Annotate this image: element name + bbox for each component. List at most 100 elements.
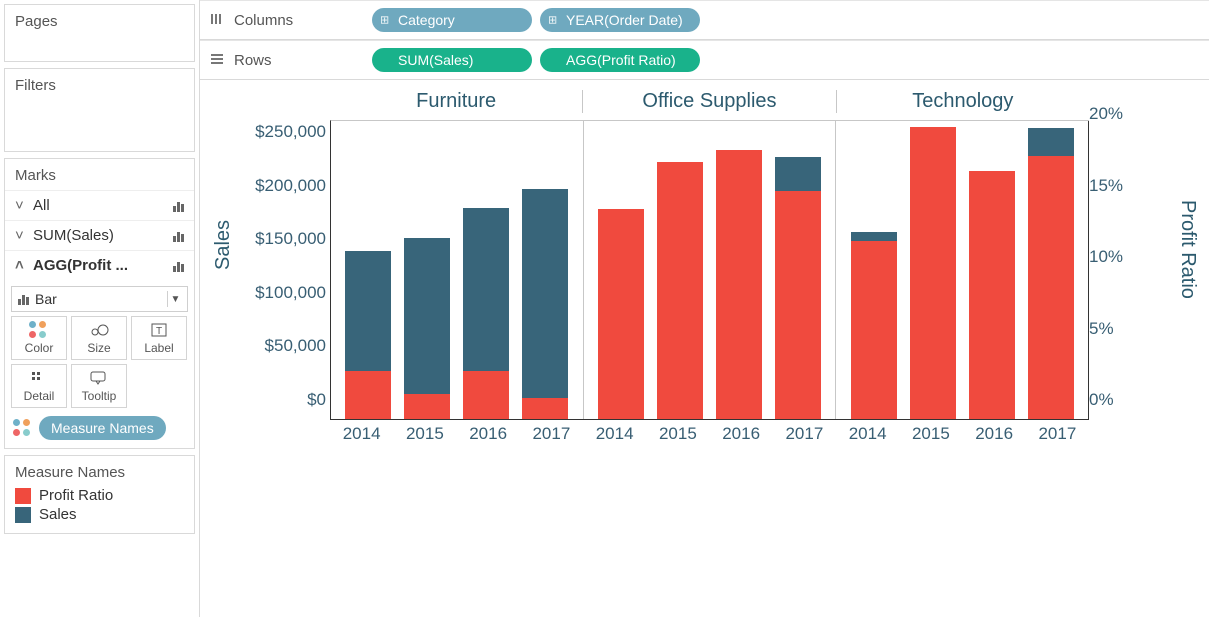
legend-item-label: Sales [39, 506, 77, 523]
bar-segment-profit-ratio [775, 191, 821, 419]
x-tick-label: 2015 [393, 424, 456, 444]
x-tick-label: 2015 [899, 424, 962, 444]
chart-bar[interactable] [657, 162, 703, 419]
y-right-tick: 0% [1089, 390, 1114, 410]
rows-pill-sumsales-label: SUM(Sales) [398, 52, 473, 68]
marks-color-pill-row: Measure Names [11, 412, 188, 442]
bar-segment-profit-ratio [404, 394, 450, 419]
y-right-tick: 15% [1089, 176, 1123, 196]
y-left-tick: $50,000 [226, 336, 326, 356]
chart-bar[interactable] [969, 171, 1015, 419]
bar-segment-profit-ratio [345, 371, 391, 419]
mark-type-dropdown[interactable]: Bar ▼ [11, 286, 188, 312]
columns-icon [208, 13, 226, 28]
columns-pill-year[interactable]: ⊞ YEAR(Order Date) [540, 8, 700, 32]
category-headers: FurnitureOffice SuppliesTechnology [330, 90, 1089, 113]
x-panel: 2014201520162017 [330, 424, 583, 444]
rows-icon [208, 53, 226, 68]
y-left-tick: $250,000 [226, 122, 326, 142]
legend-title: Measure Names [15, 464, 184, 481]
tooltip-button-label: Tooltip [82, 389, 117, 403]
color-icon [29, 321, 49, 339]
rows-pill-sumsales[interactable]: SUM(Sales) [372, 48, 532, 72]
marks-row-sumsales[interactable]: ˅ SUM(Sales) [5, 220, 194, 250]
chart-bar[interactable] [345, 251, 391, 419]
chart-bar[interactable] [463, 208, 509, 419]
marks-card: Marks ˅ All ˅ SUM(Sales) ˄ AGG(Profit ..… [4, 158, 195, 449]
x-tick-label: 2017 [1026, 424, 1089, 444]
y-right-axis-title: Profit Ratio [1176, 200, 1199, 299]
plot-region [330, 120, 1089, 420]
bar-segment-profit-ratio [1028, 156, 1074, 419]
rows-pill-aggprofit[interactable]: AGG(Profit Ratio) [540, 48, 700, 72]
bars-icon [18, 293, 29, 305]
chevron-down-icon: ˅ [15, 227, 33, 244]
detail-button-label: Detail [24, 389, 55, 403]
y-right-tick: 20% [1089, 104, 1123, 124]
label-icon: T [151, 321, 167, 339]
x-tick-label: 2017 [773, 424, 836, 444]
bars-icon [173, 260, 184, 272]
color-button[interactable]: Color [11, 316, 67, 360]
marks-row-aggprofit[interactable]: ˄ AGG(Profit ... [5, 250, 194, 280]
rows-shelf[interactable]: Rows SUM(Sales) AGG(Profit Ratio) [200, 40, 1209, 80]
chart-bar[interactable] [404, 238, 450, 420]
y-right-axis: 0%5%10%15%20% [1085, 120, 1165, 420]
chart-bar[interactable] [910, 127, 956, 420]
chart-panel [583, 121, 836, 419]
chart-area: Sales Profit Ratio FurnitureOffice Suppl… [200, 80, 1209, 617]
chevron-down-icon: ˅ [15, 197, 33, 214]
dropdown-arrow-icon: ▼ [167, 291, 183, 307]
legend-item[interactable]: Sales [15, 506, 184, 523]
bar-segment-sales [345, 251, 391, 371]
filters-title: Filters [15, 77, 184, 94]
marks-row-all[interactable]: ˅ All [5, 190, 194, 220]
size-button-label: Size [87, 341, 110, 355]
bar-segment-sales [851, 232, 897, 242]
x-axis-labels: 2014201520162017201420152016201720142015… [330, 424, 1089, 444]
y-left-axis: $0$50,000$100,000$150,000$200,000$250,00… [248, 120, 330, 420]
bar-segment-profit-ratio [969, 171, 1015, 419]
chart-bar[interactable] [522, 189, 568, 419]
chart-bar[interactable] [716, 150, 762, 419]
bars-icon [173, 230, 184, 242]
pages-title: Pages [15, 13, 184, 30]
x-panel: 2014201520162017 [836, 424, 1089, 444]
x-tick-label: 2017 [520, 424, 583, 444]
bar-segment-sales [775, 157, 821, 191]
chart-bar[interactable] [851, 232, 897, 420]
filters-card[interactable]: Filters [4, 68, 195, 152]
chart-bar[interactable] [1028, 128, 1074, 419]
marks-body: Bar ▼ Color Size [5, 280, 194, 448]
columns-pill-category-label: Category [398, 12, 455, 28]
size-button[interactable]: Size [71, 316, 127, 360]
detail-button[interactable]: Detail [11, 364, 67, 408]
category-header: Technology [836, 90, 1089, 113]
marks-label-all: All [33, 197, 173, 214]
columns-shelf[interactable]: Columns ⊞ Category ⊞ YEAR(Order Date) [200, 0, 1209, 40]
y-left-tick: $150,000 [226, 229, 326, 249]
x-tick-label: 2015 [646, 424, 709, 444]
x-tick-label: 2016 [710, 424, 773, 444]
category-header: Office Supplies [582, 90, 835, 113]
legend-item[interactable]: Profit Ratio [15, 487, 184, 504]
tooltip-button[interactable]: Tooltip [71, 364, 127, 408]
bar-segment-sales [1028, 128, 1074, 156]
mark-type-label: Bar [35, 291, 57, 307]
measure-names-pill[interactable]: Measure Names [39, 416, 166, 440]
chart-bar[interactable] [775, 157, 821, 420]
bar-segment-profit-ratio [851, 241, 897, 419]
bar-segment-profit-ratio [716, 150, 762, 419]
columns-pill-category[interactable]: ⊞ Category [372, 8, 532, 32]
x-tick-label: 2014 [836, 424, 899, 444]
marks-title: Marks [5, 159, 194, 190]
label-button[interactable]: T Label [131, 316, 187, 360]
pages-card[interactable]: Pages [4, 4, 195, 62]
marks-label-sumsales: SUM(Sales) [33, 227, 173, 244]
bar-segment-profit-ratio [657, 162, 703, 419]
bar-segment-profit-ratio [463, 371, 509, 419]
chart-bar[interactable] [598, 209, 644, 419]
bar-segment-profit-ratio [910, 127, 956, 420]
svg-text:T: T [156, 326, 162, 337]
marks-label-aggprofit: AGG(Profit ... [33, 257, 173, 274]
